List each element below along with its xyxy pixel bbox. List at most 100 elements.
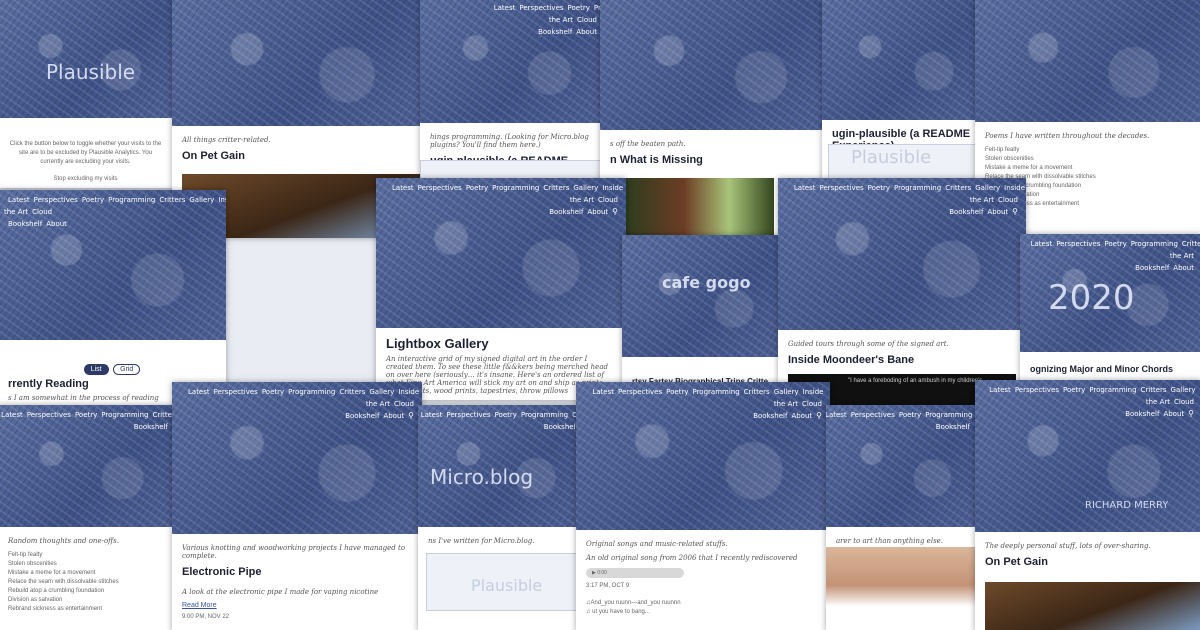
nav-critters[interactable]: Critters [543,184,569,192]
nav-gallery[interactable]: Gallery [774,388,799,396]
nav-programming[interactable]: Programming [894,184,941,192]
nav-poetry[interactable]: Poetry [1063,386,1085,394]
nav-programming[interactable]: Programming [1089,386,1136,394]
nav-gallery[interactable]: Gallery [573,184,598,192]
nav-programming[interactable]: Programming [101,411,148,419]
nav-poetry[interactable]: Poetry [868,184,890,192]
nav-about[interactable]: About [1173,264,1194,272]
nav-perspectives[interactable]: Perspectives [618,388,662,396]
nav-gallery[interactable]: Gallery [189,196,214,204]
post-item[interactable]: Rebrand sickness as entertainment [8,605,166,614]
nav-latest[interactable]: Latest [188,388,210,396]
stop-excluding-button[interactable]: Stop excluding my visits [8,175,163,184]
nav-gallery[interactable]: Gallery [975,184,1000,192]
nav-bookshelf[interactable]: Bookshelf [345,412,379,420]
nav-about[interactable]: About [1163,410,1184,418]
post-item[interactable]: Relace the seam with dissolvable stitche… [8,578,166,587]
nav-about[interactable]: About [791,412,812,420]
nav-latest[interactable]: Latest [592,388,614,396]
nav-cloud[interactable]: Cloud [577,16,597,24]
nav-critters[interactable]: Critters [339,388,365,396]
search-icon[interactable]: ⚲ [816,411,822,420]
nav-cloud[interactable]: Cloud [998,196,1018,204]
nav-poetry[interactable]: Poetry [82,196,104,204]
poem-item[interactable]: Mistake a meme for a movement [985,164,1192,173]
post-item[interactable]: Mistake a meme for a movement [8,569,166,578]
nav-programming[interactable]: Programming [521,411,568,419]
nav-bookshelf[interactable]: Bookshelf [8,220,42,228]
nav-bookshelf[interactable]: Bookshelf [549,208,583,216]
nav-about[interactable]: About [576,28,597,36]
nav-bookshelf[interactable]: Bookshelf [753,412,787,420]
post-title-link[interactable]: On Pet Gain [985,556,1192,568]
nav-perspectives[interactable]: Perspectives [1056,240,1100,248]
post-title-link[interactable]: n What is Missing [610,154,820,166]
nav-programming[interactable]: Programming [925,411,972,419]
nav-latest[interactable]: Latest [421,411,443,419]
nav-cloud[interactable]: Cloud [394,400,414,408]
nav-critters[interactable]: Critters [744,388,770,396]
nav-poetry[interactable]: Poetry [899,411,921,419]
nav-poetry[interactable]: Poetry [262,388,284,396]
nav-poetry[interactable]: Poetry [568,4,590,12]
post-title-link[interactable]: ognizing Major and Minor Chords [1030,364,1192,374]
nav-perspectives[interactable]: Perspectives [418,184,462,192]
nav-perspectives[interactable]: Perspectives [819,184,863,192]
nav-perspectives[interactable]: Perspectives [851,411,895,419]
nav-poetry[interactable]: Poetry [1104,240,1126,248]
nav-poetry[interactable]: Poetry [75,411,97,419]
nav-cloud[interactable]: Cloud [802,400,822,408]
nav-latest[interactable]: Latest [392,184,414,192]
nav-perspectives[interactable]: Perspectives [519,4,563,12]
post-title-link[interactable]: Electronic Pipe [182,566,412,578]
post-title-link[interactable]: On Pet Gain [182,150,412,162]
nav-critters[interactable]: Critters [945,184,971,192]
nav-bookshelf[interactable]: Bookshelf [134,423,168,431]
poem-item[interactable]: Stolen obscenities [985,155,1192,164]
nav-latest[interactable]: Latest [826,411,847,419]
nav-about[interactable]: About [383,412,404,420]
poem-item[interactable]: Felt-tip fealty [985,146,1192,155]
nav-gallery[interactable]: Gallery [369,388,394,396]
nav-programming[interactable]: Programming [1131,240,1178,248]
nav-bookshelf[interactable]: Bookshelf [1135,264,1169,272]
nav-bookshelf[interactable]: Bookshelf [949,208,983,216]
nav-latest[interactable]: Latest [794,184,816,192]
nav-poetry[interactable]: Poetry [495,411,517,419]
nav-bookshelf[interactable]: Bookshelf [544,423,578,431]
post-item[interactable]: Division as salvation [8,596,166,605]
nav-critters[interactable]: Critters [159,196,185,204]
nav-about[interactable]: About [587,208,608,216]
post-item[interactable]: Stolen obscenities [8,560,166,569]
nav-latest[interactable]: Latest [494,4,516,12]
nav-cloud[interactable]: Cloud [32,208,52,216]
nav-perspectives[interactable]: Perspectives [1015,386,1059,394]
search-icon[interactable]: ⚲ [1012,207,1018,216]
nav-cloud[interactable]: Cloud [598,196,618,204]
nav-critters[interactable]: Critters [1182,240,1200,248]
nav-bookshelf[interactable]: Bookshelf [936,423,970,431]
nav-gallery[interactable]: Gallery [1171,386,1196,394]
nav-perspectives[interactable]: Perspectives [34,196,78,204]
nav-critters[interactable]: Critters [1141,386,1167,394]
nav-programming[interactable]: Programming [108,196,155,204]
read-more-link[interactable]: Read More [182,602,412,609]
post-item[interactable]: Felt-tip fealty [8,551,166,560]
nav-programming[interactable]: Programming [288,388,335,396]
nav-latest[interactable]: Latest [8,196,30,204]
nav-latest[interactable]: Latest [1031,240,1053,248]
nav-perspectives[interactable]: Perspectives [446,411,490,419]
nav-about[interactable]: About [987,208,1008,216]
nav-poetry[interactable]: Poetry [666,388,688,396]
post-title-link[interactable]: Inside Moondeer's Bane [788,354,1016,366]
nav-latest[interactable]: Latest [1,411,23,419]
search-icon[interactable]: ⚲ [408,411,414,420]
search-icon[interactable]: ⚲ [612,207,618,216]
nav-cloud[interactable]: Cloud [1174,398,1194,406]
nav-programming[interactable]: Programming [492,184,539,192]
nav-about[interactable]: About [46,220,67,228]
list-toggle-button[interactable]: List [83,364,109,375]
search-icon[interactable]: ⚲ [1188,409,1194,418]
grid-toggle-button[interactable]: Grid [113,364,141,375]
nav-perspectives[interactable]: Perspectives [27,411,71,419]
